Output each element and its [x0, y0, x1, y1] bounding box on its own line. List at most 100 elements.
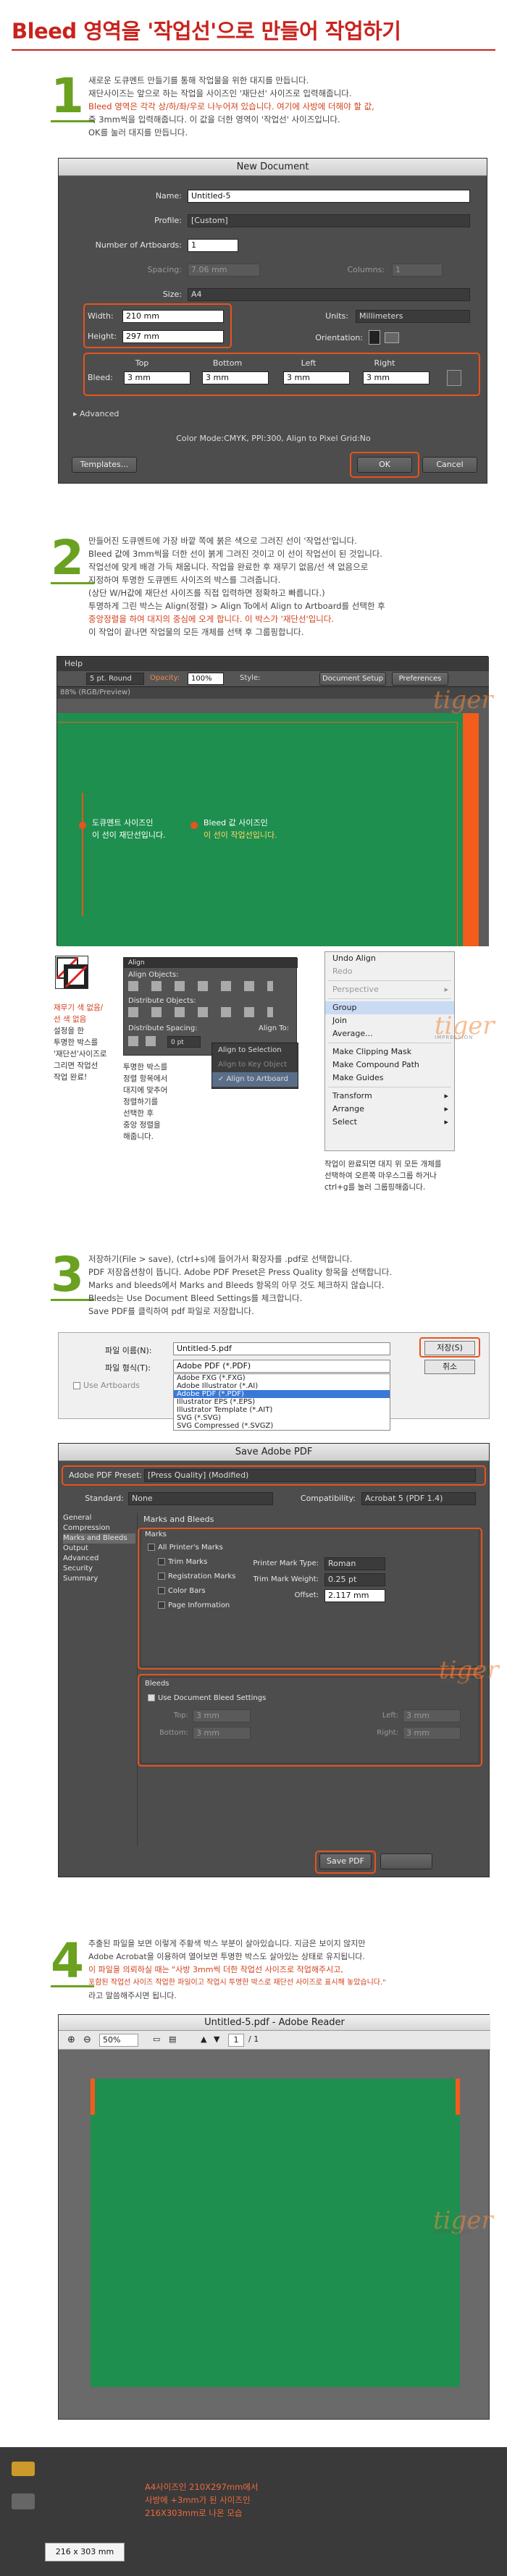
canvas-area: 도큐멘트 사이즈인 이 선이 재단선입니다. Bleed 값 사이즈인 이 선이…	[57, 699, 489, 946]
compatibility-select[interactable]: Acrobat 5 (PDF 1.4)	[361, 1492, 476, 1505]
plus-icon[interactable]: ⊕	[67, 2034, 75, 2045]
filetype-option[interactable]: Adobe Illustrator (*.AI)	[174, 1382, 390, 1390]
bleeds-title: Bleeds	[145, 1680, 169, 1688]
nav-advanced[interactable]: Advanced	[63, 1554, 135, 1564]
bleed-left-input[interactable]: 3 mm	[283, 371, 350, 384]
page-up-icon[interactable]: ▲	[201, 2034, 206, 2044]
name-input[interactable]: Untitled-5	[188, 190, 470, 203]
artboards-input[interactable]: 1	[188, 239, 238, 252]
bleed-right-input[interactable]: 3 mm	[403, 1727, 461, 1740]
bleed-bottom-input[interactable]: 3 mm	[202, 371, 269, 384]
standard-label: Standard:	[85, 1494, 124, 1503]
offset-label: Offset:	[294, 1591, 319, 1599]
align-objects-icons[interactable]	[128, 981, 273, 991]
save-button[interactable]: 저장(S)	[424, 1341, 475, 1355]
width-input[interactable]: 210 mm	[122, 310, 224, 323]
document-setup-button[interactable]: Document Setup	[319, 672, 386, 686]
use-artboards-checkbox[interactable]: Use Artboards	[73, 1381, 140, 1390]
nav-summary[interactable]: Summary	[63, 1574, 135, 1584]
comment-icon[interactable]	[12, 2462, 35, 2476]
cancel-button[interactable]: Cancel	[422, 457, 477, 473]
bleed-top-input[interactable]: 3 mm	[193, 1709, 251, 1722]
illustrator-window: Help 5 pt. Round Opacity: 100% Style: Do…	[56, 656, 489, 946]
cancel-button[interactable]	[380, 1853, 432, 1869]
nav-security[interactable]: Security	[63, 1564, 135, 1574]
nav-marks-and-bleeds[interactable]: Marks and Bleeds	[63, 1533, 135, 1544]
pdf-nav: General Compression Marks and Bleeds Out…	[63, 1513, 135, 1846]
size-select[interactable]: A4	[188, 288, 470, 301]
menu-item-transform[interactable]: Transform ▸	[325, 1090, 454, 1103]
align-to-selection-item[interactable]: Align to Selection	[212, 1043, 298, 1058]
preferences-button[interactable]: Preferences	[392, 672, 448, 686]
mark-type-select[interactable]: Roman	[324, 1557, 385, 1570]
menu-item-compound-path[interactable]: Make Compound Path	[325, 1058, 454, 1072]
height-input[interactable]: 297 mm	[122, 330, 224, 343]
stroke-select[interactable]: 5 pt. Round	[86, 673, 144, 685]
filetype-option-selected[interactable]: Adobe PDF (*.PDF)	[174, 1390, 390, 1398]
save-pdf-button[interactable]: Save PDF	[319, 1853, 372, 1869]
filetype-option[interactable]: Illustrator Template (*.AIT)	[174, 1406, 390, 1414]
menu-item-redo[interactable]: Redo	[325, 965, 454, 978]
opacity-input[interactable]: 100%	[188, 673, 224, 685]
attachment-icon[interactable]	[12, 2493, 35, 2509]
nav-output[interactable]: Output	[63, 1544, 135, 1554]
distribute-spacing-icons[interactable]	[128, 1036, 157, 1046]
document-tab[interactable]: 88% (RGB/Preview)	[57, 687, 489, 699]
landscape-icon[interactable]	[385, 332, 399, 343]
bleed-left-input[interactable]: 3 mm	[403, 1709, 461, 1722]
bleed-right-input[interactable]: 3 mm	[363, 371, 430, 384]
fit-page-icon[interactable]: ▭	[153, 2034, 160, 2044]
page-input[interactable]: 1	[228, 2034, 244, 2047]
align-to-artboard-item[interactable]: ✓ Align to Artboard	[212, 1072, 298, 1087]
offset-input[interactable]: 2.117 mm	[324, 1589, 385, 1602]
templates-button[interactable]: Templates...	[72, 457, 137, 473]
preset-select[interactable]: [Press Quality] (Modified)	[144, 1469, 476, 1482]
align-to-key-object-item[interactable]: Align to Key Object	[212, 1058, 298, 1072]
filetype-option[interactable]: Illustrator EPS (*.EPS)	[174, 1398, 390, 1406]
distribute-objects-icons[interactable]	[128, 1007, 273, 1017]
help-menu[interactable]: Help	[64, 659, 83, 668]
filetype-select[interactable]: Adobe PDF (*.PDF)	[173, 1360, 390, 1373]
page-down-icon[interactable]: ▼	[214, 2034, 219, 2044]
cancel-button[interactable]: 취소	[424, 1360, 475, 1374]
filetype-option[interactable]: SVG Compressed (*.SVGZ)	[174, 1422, 390, 1430]
portrait-icon[interactable]	[369, 330, 380, 345]
trim-weight-select[interactable]: 0.25 pt	[324, 1573, 385, 1586]
watermark-logo: tiger IMPRESSION	[435, 1011, 495, 1040]
fit-width-icon[interactable]: ▤	[169, 2034, 176, 2044]
nav-general[interactable]: General	[63, 1513, 135, 1523]
standard-select[interactable]: None	[128, 1492, 273, 1505]
color-bars-checkbox[interactable]: Color Bars	[158, 1587, 206, 1595]
checkbox-icon	[158, 1601, 165, 1609]
nav-compression[interactable]: Compression	[63, 1523, 135, 1533]
menu-item-arrange[interactable]: Arrange ▸	[325, 1103, 454, 1116]
spacing-label: Spacing:	[147, 265, 182, 274]
filetype-option[interactable]: SVG (*.SVG)	[174, 1414, 390, 1422]
bleed-top-input[interactable]: 3 mm	[124, 371, 190, 384]
link-icon[interactable]	[447, 370, 461, 386]
menu-item-make-guides[interactable]: Make Guides	[325, 1072, 454, 1085]
menu-item-undo[interactable]: Undo Align	[325, 952, 454, 965]
bleed-bottom-input[interactable]: 3 mm	[193, 1727, 251, 1740]
align-note: 투명한 박스를 정렬 항목에서 대지에 맞추어 정렬하기를 선택한 후 중앙 정렬을 해줍…	[123, 1063, 168, 1141]
menu-item-clipping-mask[interactable]: Make Clipping Mask	[325, 1045, 454, 1058]
spacing-input[interactable]: 0 pt	[167, 1036, 201, 1048]
step-number: 2	[51, 530, 84, 586]
filetype-option[interactable]: Adobe FXG (*.FXG)	[174, 1374, 390, 1382]
all-printers-marks-checkbox[interactable]: All Printer's Marks	[148, 1544, 223, 1552]
zoom-select[interactable]: 50%	[99, 2034, 138, 2047]
columns-input[interactable]: 1	[392, 264, 443, 277]
units-select[interactable]: Millimeters	[356, 310, 470, 323]
advanced-toggle[interactable]: ▸ Advanced	[73, 409, 119, 418]
minus-icon[interactable]: ⊖	[83, 2034, 91, 2045]
menu-item-perspective[interactable]: Perspective ▸	[325, 983, 454, 996]
profile-select[interactable]: [Custom]	[188, 214, 470, 227]
page-info-checkbox[interactable]: Page Information	[158, 1601, 230, 1609]
menu-item-select[interactable]: Select ▸	[325, 1116, 454, 1129]
filename-input[interactable]: Untitled-5.pdf	[173, 1342, 390, 1355]
trim-marks-checkbox[interactable]: Trim Marks	[158, 1558, 207, 1566]
registration-marks-checkbox[interactable]: Registration Marks	[158, 1573, 235, 1580]
ok-button[interactable]: OK	[357, 457, 412, 473]
use-document-bleed-checkbox[interactable]: Use Document Bleed Settings	[148, 1694, 266, 1702]
spacing-input[interactable]: 7.06 mm	[188, 264, 260, 277]
